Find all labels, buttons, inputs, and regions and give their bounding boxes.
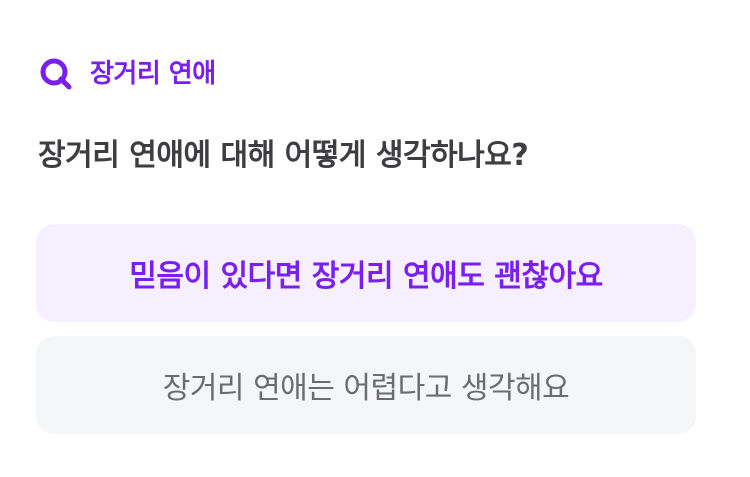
- question-q-icon: [38, 56, 74, 92]
- question-text: 장거리 연애에 대해 어떻게 생각하나요?: [38, 138, 529, 173]
- topic-header: 장거리 연애: [38, 56, 216, 92]
- answer-option[interactable]: 장거리 연애는 어렵다고 생각해요: [36, 336, 696, 434]
- answer-option-label: 장거리 연애는 어렵다고 생각해요: [162, 371, 570, 406]
- question-card: 장거리 연애 장거리 연애에 대해 어떻게 생각하나요? 믿음이 있다면 장거리…: [0, 0, 750, 477]
- answer-option-label: 믿음이 있다면 장거리 연애도 괜찮아요: [129, 259, 603, 294]
- answer-option-selected[interactable]: 믿음이 있다면 장거리 연애도 괜찮아요: [36, 224, 696, 322]
- topic-label: 장거리 연애: [90, 59, 216, 89]
